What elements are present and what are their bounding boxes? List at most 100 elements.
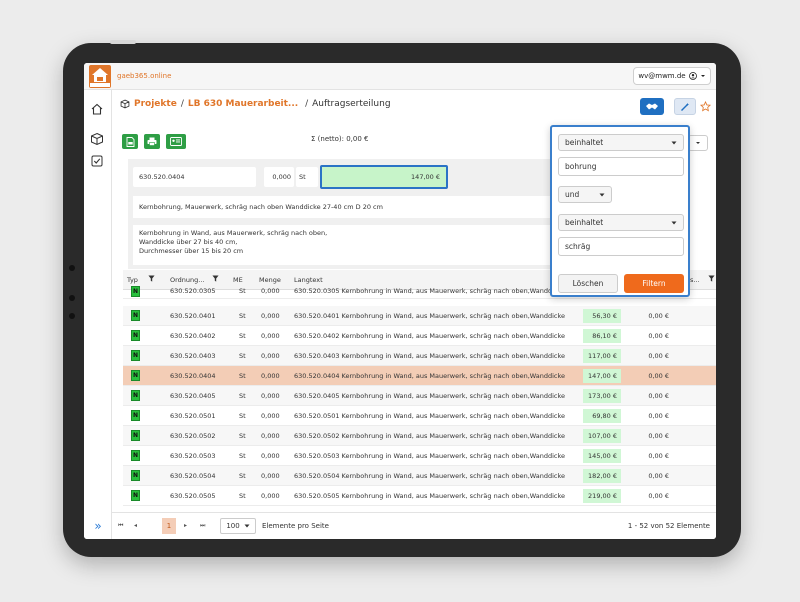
pager: ⏮ ◂ 1 ▸ ⏭ 100 Elemente pro Seite 1 - 52 …: [112, 512, 716, 539]
cell-einheitspreis: 182,00 €: [583, 469, 621, 483]
cell-me: St: [239, 432, 246, 440]
table-row[interactable]: N 630.520.0504 St 0,000 630.520.0504 Kernboh…: [123, 466, 716, 486]
cell-menge: 0,000: [261, 332, 280, 340]
filter-value-1-input[interactable]: bohrung: [558, 157, 684, 176]
type-badge: N: [131, 286, 140, 297]
cell-ordnungszahl: 630.520.0502: [170, 432, 216, 440]
user-menu-button[interactable]: wv@mwm.de: [633, 67, 711, 85]
langtext-line: Durchmesser über 15 bis 20 cm: [139, 247, 244, 255]
einheit-field[interactable]: St: [296, 167, 318, 187]
card-view-button[interactable]: [166, 134, 186, 149]
cell-me: St: [239, 287, 246, 295]
prev-page-icon[interactable]: ◂: [134, 522, 137, 529]
cell-ordnungszahl: 630.520.0501: [170, 412, 216, 420]
einheitspreis-field[interactable]: 147,00 €: [320, 165, 448, 189]
table-row[interactable]: N 630.520.0401 St 0,000 630.520.0401 Kernboh…: [123, 306, 716, 326]
table-row[interactable]: N 630.520.0402 St 0,000 630.520.0402 Kernboh…: [123, 326, 716, 346]
ordnungszahl-field[interactable]: 630.520.0404: [133, 167, 256, 187]
cell-langtext: 630.520.0505 Kernbohrung in Wand, aus Ma…: [294, 492, 566, 500]
table-row[interactable]: N 630.520.0503 St 0,000 630.520.0503 Kernboh…: [123, 446, 716, 466]
magic-button[interactable]: [674, 98, 696, 115]
table-row[interactable]: N 630.520.0505 St 0,000 630.520.0505 Kernboh…: [123, 486, 716, 506]
cell-me: St: [239, 452, 246, 460]
magic-wand-icon: [681, 102, 689, 111]
table-row[interactable]: N 630.520.0405 St 0,000 630.520.0405 Kernboh…: [123, 386, 716, 406]
cell-menge: 0,000: [261, 472, 280, 480]
cell-einheitspreis: 56,30 €: [583, 309, 621, 323]
langtext-line: Kernbohrung in Wand, aus Mauerwerk, schr…: [139, 229, 328, 237]
home-icon[interactable]: [90, 102, 104, 116]
cell-me: St: [239, 372, 246, 380]
cell-einheitspreis: 147,00 €: [583, 369, 621, 383]
user-icon: [688, 72, 697, 80]
breadcrumb-projects[interactable]: Projekte: [134, 99, 177, 109]
filter-icon[interactable]: [148, 275, 155, 282]
type-badge: N: [131, 490, 140, 501]
cell-einheitspreis: 107,00 €: [583, 429, 621, 443]
box-icon[interactable]: [90, 132, 104, 146]
cell-ordnungszahl: 630.520.0405: [170, 392, 216, 400]
checkbox-icon[interactable]: [90, 154, 104, 168]
apply-filter-button[interactable]: Filtern: [624, 274, 684, 293]
filter-logic-select[interactable]: und: [558, 186, 612, 203]
next-page-icon[interactable]: ▸: [184, 522, 187, 529]
column-chooser-dropdown[interactable]: [688, 135, 708, 151]
clear-filter-button[interactable]: Löschen: [558, 274, 618, 293]
type-badge: N: [131, 430, 140, 441]
menge-field[interactable]: 0,000: [264, 167, 294, 187]
position-detail-panel: 630.520.0404 0,000 St 147,00 € Kernbohru…: [128, 159, 568, 269]
page-size-label: Elemente pro Seite: [262, 522, 329, 530]
header-me[interactable]: ME: [233, 276, 243, 284]
last-page-icon[interactable]: ⏭: [200, 522, 205, 530]
cell-einheitspreis: 117,00 €: [583, 349, 621, 363]
table-row[interactable]: N 630.520.0502 St 0,000 630.520.0502 Kernboh…: [123, 426, 716, 446]
star-icon[interactable]: [700, 101, 711, 112]
cell-gesamtpreis: 0,00 €: [648, 372, 669, 380]
export-button[interactable]: [122, 134, 138, 149]
print-button[interactable]: [144, 134, 160, 149]
cell-menge: 0,000: [261, 492, 280, 500]
filter-icon[interactable]: [708, 275, 715, 282]
cell-gesamtpreis: 0,00 €: [648, 412, 669, 420]
cell-gesamtpreis: 0,00 €: [648, 432, 669, 440]
page-size-select[interactable]: 100: [220, 518, 256, 534]
cell-ordnungszahl: 630.520.0402: [170, 332, 216, 340]
total-net: Σ (netto): 0,00 €: [311, 135, 369, 143]
camera-dot: [69, 313, 75, 319]
cell-einheitspreis: 173,00 €: [583, 389, 621, 403]
id-card-icon: [170, 137, 182, 146]
filter-value-2-input[interactable]: schräg: [558, 237, 684, 256]
header-ordnungszahl[interactable]: Ordnung...: [170, 276, 204, 284]
kurztext-field[interactable]: Kernbohrung, Mauerwerk, schräg nach oben…: [133, 196, 565, 218]
header-menge[interactable]: Menge: [259, 276, 281, 284]
table-row[interactable]: N 630.520.0403 St 0,000 630.520.0403 Kernboh…: [123, 346, 716, 366]
type-badge: N: [131, 350, 140, 361]
current-page-button[interactable]: 1: [162, 518, 176, 534]
printer-icon: [147, 137, 157, 146]
header-typ[interactable]: Typ: [127, 276, 138, 284]
cell-me: St: [239, 332, 246, 340]
breadcrumb-project[interactable]: LB 630 Mauerarbeit...: [188, 99, 298, 109]
camera-dot: [69, 265, 75, 271]
breadcrumb-separator: /: [302, 99, 309, 109]
langtext-field[interactable]: Kernbohrung in Wand, aus Mauerwerk, schr…: [133, 225, 565, 265]
table-row[interactable]: N 630.520.0501 St 0,000 630.520.0501 Kernboh…: [123, 406, 716, 426]
header-extra[interactable]: s...: [690, 276, 700, 284]
expand-sidebar-icon[interactable]: »: [84, 513, 112, 539]
handshake-button[interactable]: [640, 98, 664, 115]
type-badge: N: [131, 330, 140, 341]
table-row[interactable]: N 630.520.0404 St 0,000 630.520.0404 Kernboh…: [123, 366, 716, 386]
gaeb-logo-icon[interactable]: [89, 65, 111, 88]
filter-operator-2-select[interactable]: beinhaltet: [558, 214, 684, 231]
first-page-icon[interactable]: ⏮: [118, 522, 123, 530]
chevron-down-icon: [700, 75, 705, 77]
cell-menge: 0,000: [261, 392, 280, 400]
filter-icon[interactable]: [212, 275, 219, 282]
box-icon: [120, 99, 130, 109]
filter-operator-1-select[interactable]: beinhaltet: [558, 134, 684, 151]
type-badge: N: [131, 390, 140, 401]
header-langtext[interactable]: Langtext: [294, 276, 323, 284]
cell-gesamtpreis: 0,00 €: [648, 312, 669, 320]
brand-name[interactable]: gaeb365.online: [117, 72, 171, 80]
type-badge: N: [131, 310, 140, 321]
